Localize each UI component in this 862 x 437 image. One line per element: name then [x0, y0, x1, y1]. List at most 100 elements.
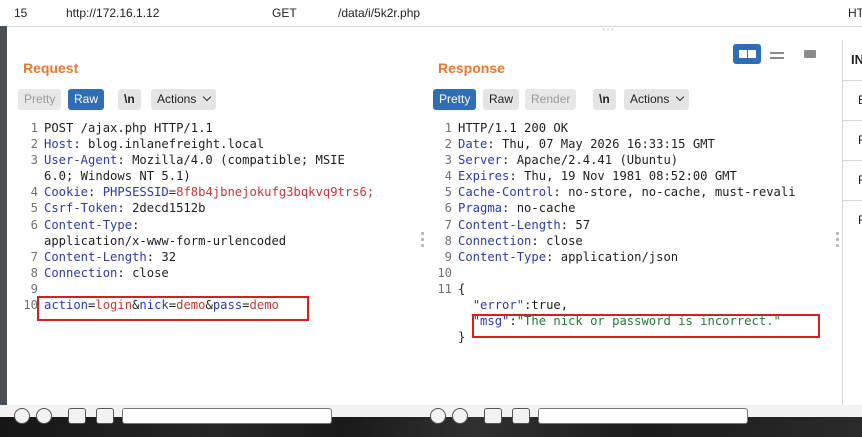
request-pretty-tab[interactable]: Pretty — [18, 89, 62, 110]
code-line: 3 Server: Apache/2.4.41 (Ubuntu) — [436, 152, 828, 168]
inspector-row[interactable]: B — [843, 80, 862, 121]
inspector-row-label: R — [858, 173, 862, 187]
history-row[interactable]: 15 http://172.16.1.12 GET /data/i/5k2r.p… — [0, 0, 862, 27]
code-line: 8 Connection: close — [22, 265, 414, 281]
json-key: "error" — [472, 298, 525, 313]
header-name: Expires — [458, 169, 510, 184]
back-icon[interactable] — [68, 408, 86, 424]
response-title: Response — [438, 60, 505, 76]
line-text: Content-Type: application/json — [458, 249, 679, 264]
line-number: 10 — [437, 265, 452, 280]
header-value: Thu, 07 May 2026 16:33:15 GMT — [502, 137, 715, 152]
response-render-tab[interactable]: Render — [525, 89, 577, 110]
request-editor[interactable]: 1 POST /ajax.php HTTP/1.1 2 Host: blog.inla… — [22, 120, 414, 313]
forward-icon[interactable] — [96, 408, 114, 424]
header-name: Date — [458, 137, 488, 152]
line-text: Host: blog.inlanefreight.local — [44, 137, 265, 152]
inspector-divider[interactable] — [836, 232, 839, 250]
pane-resize-handle[interactable]: ··· — [602, 25, 615, 35]
request-body-highlight — [37, 296, 309, 321]
line-number: 2 — [30, 137, 38, 152]
request-search-input[interactable] — [122, 408, 332, 424]
left-gutter — [0, 26, 7, 416]
header-value: 32 — [161, 249, 177, 264]
line-text: Connection: close — [44, 265, 169, 280]
help-icon[interactable] — [430, 408, 446, 424]
line-text: Content-Type: — [44, 217, 147, 232]
response-actions-button[interactable]: Actions — [624, 89, 689, 110]
inspector-row[interactable]: R — [843, 200, 862, 241]
cookie-value: 8f8b4jbnejokufg3bqkvq9trs6; — [176, 185, 375, 200]
line-text: POST /ajax.php HTTP/1.1 — [44, 121, 213, 135]
line-number: 7 — [30, 249, 38, 264]
forward-icon[interactable] — [512, 408, 530, 424]
cookie-name: PHPSESSID — [102, 185, 169, 200]
inspector-row[interactable]: R — [843, 160, 862, 201]
header-name: Csrf-Token — [44, 201, 118, 216]
code-line: 9 — [22, 281, 414, 297]
line-text: Cookie: PHPSESSID=8f8b4jbnejokufg3bqkvq9… — [44, 185, 375, 200]
code-line: 7 Content-Length: 32 — [22, 249, 414, 265]
request-actions-button[interactable]: Actions — [151, 89, 216, 110]
code-line: 5 Cache-Control: no-store, no-cache, must… — [436, 184, 828, 200]
inspector-row-label: B — [858, 93, 862, 107]
request-title: Request — [23, 60, 79, 76]
header-name: Connection — [458, 233, 532, 248]
line-text: Cache-Control: no-store, no-cache, must-… — [458, 185, 796, 200]
line-text: User-Agent: Mozilla/4.0 (compatible; MSI… — [44, 153, 345, 168]
history-method: GET — [272, 6, 297, 20]
header-value: blog.inlanefreight.local — [88, 137, 265, 152]
settings-icon[interactable] — [452, 408, 468, 424]
history-path: /data/i/5k2r.php — [338, 6, 421, 20]
response-raw-tab[interactable]: Raw — [483, 89, 520, 110]
line-text: Connection: close — [458, 233, 583, 248]
side-by-side-icon[interactable] — [733, 44, 761, 64]
response-search-input[interactable] — [538, 408, 748, 424]
line-number: 8 — [30, 265, 38, 280]
code-line: 3 User-Agent: Mozilla/4.0 (compatible; MS… — [22, 152, 414, 168]
back-icon[interactable] — [484, 408, 502, 424]
inspector-row-label: R — [858, 213, 862, 227]
stacked-layout-icon[interactable] — [770, 52, 784, 59]
code-line: "error":true, — [436, 297, 828, 313]
request-raw-tab[interactable]: Raw — [68, 89, 105, 110]
header-name: User-Agent — [44, 153, 118, 168]
inspector-row[interactable]: R — [843, 120, 862, 161]
code-line: 4 Expires: Thu, 19 Nov 1981 08:52:00 GMT — [436, 168, 828, 184]
line-text: Date: Thu, 07 May 2026 16:33:15 GMT — [458, 137, 715, 152]
layout-toggle[interactable] — [730, 44, 824, 66]
line-text: 6.0; Windows NT 5.1) — [44, 169, 191, 184]
response-pretty-tab[interactable]: Pretty — [433, 89, 477, 110]
request-newline-toggle[interactable]: \n — [118, 89, 141, 110]
code-line: 6.0; Windows NT 5.1) — [22, 168, 414, 184]
header-value: close — [546, 233, 583, 248]
response-editor[interactable]: 1 HTTP/1.1 200 OK 2 Date: Thu, 07 May 2026 … — [436, 120, 828, 345]
line-number: 5 — [30, 201, 38, 216]
header-name: Content-Length — [44, 249, 147, 264]
header-name: Host — [44, 137, 74, 152]
line-number: 2 — [444, 137, 452, 152]
single-pane-icon[interactable] — [804, 50, 816, 58]
settings-icon[interactable] — [36, 408, 52, 424]
line-number: 9 — [444, 249, 452, 264]
help-icon[interactable] — [14, 408, 30, 424]
line-text: { — [458, 281, 466, 296]
line-number: 6 — [444, 201, 452, 216]
code-line: 5 Csrf-Token: 2decd1512b — [22, 200, 414, 216]
line-text: Csrf-Token: 2decd1512b — [44, 201, 206, 216]
response-newline-toggle[interactable]: \n — [593, 89, 616, 110]
line-number: 4 — [30, 185, 38, 200]
line-text: HTTP/1.1 200 OK — [458, 121, 569, 135]
inspector-panel[interactable]: IN B R R R — [842, 40, 862, 416]
header-name: Content-Type — [44, 217, 133, 232]
header-name: Connection — [44, 265, 118, 280]
line-number: 6 — [30, 217, 38, 232]
code-line: 11 { — [436, 281, 828, 297]
line-number: 1 — [30, 121, 38, 135]
header-name: Cookie — [44, 185, 89, 200]
split-divider[interactable] — [421, 232, 425, 248]
code-line: 2 Date: Thu, 07 May 2026 16:33:15 GMT — [436, 136, 828, 152]
code-line: 1 HTTP/1.1 200 OK — [436, 120, 828, 136]
line-text: Pragma: no-cache — [458, 201, 576, 216]
header-value: Mozilla/4.0 (compatible; MSIE — [132, 153, 345, 168]
